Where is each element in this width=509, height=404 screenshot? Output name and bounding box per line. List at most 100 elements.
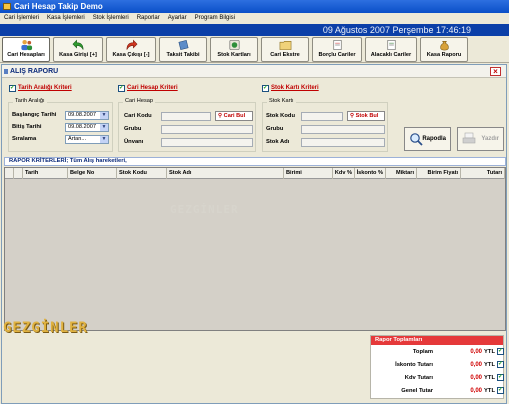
total-currency: YTL: [484, 349, 495, 355]
column-header-document-no[interactable]: Belge No: [68, 168, 117, 179]
toolbar-kasa-raporu-button[interactable]: Kasa Raporu: [420, 37, 468, 62]
date-range-legend: Tarih Aralığı: [13, 98, 47, 104]
criteria-summary-bar: RAPOR KRİTERLERİ; Tüm Alış hareketleri,: [4, 157, 506, 166]
stock-criteria-checkbox[interactable]: ✓: [262, 85, 269, 92]
end-date-value: 09.08.2007: [68, 124, 96, 130]
panel-marker-icon: [4, 69, 8, 74]
account-criteria-checkbox[interactable]: ✓: [118, 85, 125, 92]
account-code-input[interactable]: [161, 112, 211, 121]
chevron-down-icon[interactable]: ▼: [100, 112, 108, 119]
menu-bar: Cari İşlemleri Kasa İşlemleri Stok İşlem…: [0, 13, 509, 24]
window-titlebar: Cari Hesap Takip Demo: [0, 0, 509, 13]
menu-ayarlar[interactable]: Ayarlar: [164, 13, 191, 24]
toolbar-label: Kasa Raporu: [426, 52, 462, 58]
notebook-icon: [178, 40, 188, 50]
column-header-unit[interactable]: Birimi: [284, 168, 333, 179]
toolbar-cari-hesaplari-button[interactable]: Cari Hesapları: [2, 37, 50, 62]
menu-cari[interactable]: Cari İşlemleri: [0, 13, 43, 24]
totals-row-grand: Genel Tutar 0,00 YTL ✓: [371, 385, 505, 397]
totals-row-vat: Kdv Tutarı 0,00 YTL ✓: [371, 372, 505, 384]
column-header-discount[interactable]: İskonto %: [355, 168, 386, 179]
sort-label: Sıralama: [12, 136, 37, 142]
print-button[interactable]: Yazdır: [457, 127, 504, 151]
account-title-input[interactable]: [161, 138, 253, 147]
chevron-down-icon[interactable]: ▼: [100, 136, 108, 143]
search-icon: ⚲: [218, 113, 223, 119]
stock-legend: Stok Kartı: [267, 98, 296, 104]
date-range-group: Tarih Aralığı Başlangıç Tarihi 09.08.200…: [8, 98, 113, 152]
watermark-text: GEZGİNLER: [170, 203, 239, 216]
toolbar-taksit-takibi-button[interactable]: Taksit Takibi: [159, 37, 207, 62]
toolbar-alacakli-cariler-button[interactable]: Alacaklı Cariler: [365, 37, 417, 62]
report-grid[interactable]: Tarih Belge No Stok Kodu Stok Adı Birimi…: [4, 167, 506, 331]
red-arrow-icon: [126, 39, 137, 50]
vat-checkbox[interactable]: ✓: [497, 374, 504, 381]
column-header-quantity[interactable]: Miktarı: [386, 168, 417, 179]
column-header-stock-name[interactable]: Stok Adı: [167, 168, 284, 179]
grand-total-label: Genel Tutar: [401, 388, 433, 394]
close-panel-button[interactable]: ×: [490, 67, 501, 76]
grand-total-checkbox[interactable]: ✓: [497, 387, 504, 394]
discount-label: İskonto Tutarı: [395, 362, 433, 368]
bottom-watermark: GEZGİNLER: [3, 320, 88, 336]
totals-row-total: Toplam 0,00 YTL ✓: [371, 346, 505, 358]
discount-checkbox[interactable]: ✓: [497, 361, 504, 368]
stock-group-input[interactable]: [301, 125, 385, 134]
date-time-display: 09 Ağustos 2007 Perşembe 17:46:19: [322, 25, 471, 35]
toolbar-label: Taksit Takibi: [166, 52, 200, 58]
totals-row-discount: İskonto Tutarı 0,00 YTL ✓: [371, 359, 505, 371]
toolbar-cari-ekstre-button[interactable]: Cari Ekstre: [261, 37, 309, 62]
report-button[interactable]: Rapodla: [404, 127, 451, 151]
discount-currency: YTL: [484, 362, 495, 368]
printer-icon: [462, 132, 476, 144]
menu-stok[interactable]: Stok İşlemleri: [89, 13, 133, 24]
sort-select[interactable]: Artan... ▼: [65, 135, 109, 144]
stock-code-input[interactable]: [301, 112, 343, 121]
column-header-date[interactable]: Tarih: [23, 168, 68, 179]
sort-value: Artan...: [68, 136, 87, 142]
find-account-label: Cari Bul: [223, 113, 246, 119]
menu-program-bilgisi[interactable]: Program Bilgisi: [191, 13, 239, 24]
date-criteria-label[interactable]: Tarih Aralığı Kriteri: [18, 85, 72, 91]
toolbar-label: Cari Ekstre: [270, 52, 300, 58]
start-date-picker[interactable]: 09.08.2007 ▼: [65, 111, 109, 120]
total-checkbox[interactable]: ✓: [497, 348, 504, 355]
account-group-input[interactable]: [161, 125, 253, 134]
account-criteria-label[interactable]: Cari Hesap Kriteri: [127, 85, 178, 91]
stock-code-label: Stok Kodu: [266, 113, 295, 119]
toolbar-stok-kartlari-button[interactable]: Stok Kartları: [210, 37, 258, 62]
menu-raporlar[interactable]: Raporlar: [133, 13, 164, 24]
menu-kasa[interactable]: Kasa İşlemleri: [43, 13, 89, 24]
grand-total-currency: YTL: [484, 388, 495, 394]
chevron-down-icon[interactable]: ▼: [100, 124, 108, 131]
toolbar-label: Alacaklı Cariler: [370, 52, 412, 58]
report-button-label: Rapodla: [422, 136, 446, 142]
toolbar-label: Stok Kartları: [217, 52, 251, 58]
users-icon: [20, 39, 32, 51]
column-header-unit-price[interactable]: Birim Fiyatı: [417, 168, 461, 179]
toolbar-label: Kasa Girişi [+]: [59, 52, 97, 58]
document-icon: [333, 40, 341, 50]
stock-name-input[interactable]: [301, 138, 385, 147]
account-code-label: Cari Kodu: [124, 113, 152, 119]
date-bar: 09 Ağustos 2007 Perşembe 17:46:19: [0, 24, 509, 36]
end-date-picker[interactable]: 09.08.2007 ▼: [65, 123, 109, 132]
find-account-button[interactable]: ⚲ Cari Bul: [215, 111, 253, 121]
start-date-label: Başlangıç Tarihi: [12, 112, 57, 118]
vat-label: Kdv Tutarı: [404, 375, 433, 381]
stock-group-label: Grubu: [266, 126, 284, 132]
toolbar-kasa-cikisi-button[interactable]: Kasa Çıkışı [-]: [106, 37, 156, 62]
grand-total-value: 0,00: [470, 388, 482, 394]
toolbar-kasa-girisi-button[interactable]: Kasa Girişi [+]: [53, 37, 103, 62]
panel-header: ALIŞ RAPORU ×: [2, 65, 506, 78]
print-button-label: Yazdır: [481, 136, 499, 142]
column-header-total[interactable]: Tutarı: [461, 168, 505, 179]
grid-indicator-header: [5, 168, 14, 179]
date-criteria-checkbox[interactable]: ✓: [9, 85, 16, 92]
column-header-vat[interactable]: Kdv %: [333, 168, 355, 179]
column-header-stock-code[interactable]: Stok Kodu: [117, 168, 167, 179]
stock-criteria-label[interactable]: Stok Kartı Kriteri: [271, 85, 319, 91]
toolbar-borclu-cariler-button[interactable]: Borçlu Cariler: [312, 37, 362, 62]
find-stock-button[interactable]: ⚲ Stok Bul: [347, 111, 385, 121]
window-title: Cari Hesap Takip Demo: [14, 2, 103, 11]
